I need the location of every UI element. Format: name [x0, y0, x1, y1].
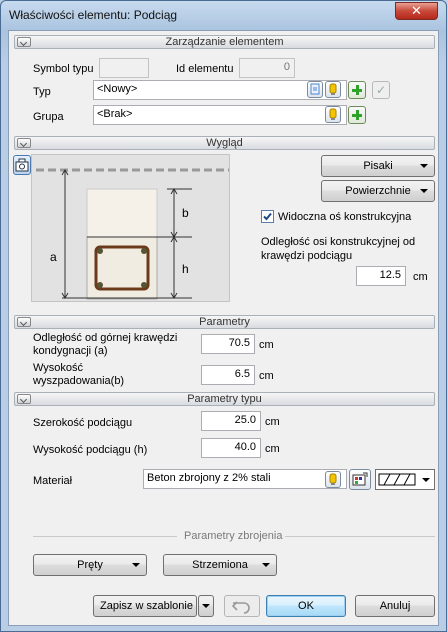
section-header-type-parameters[interactable]: Parametry typu — [14, 392, 435, 406]
divider-left — [33, 536, 177, 537]
group-field[interactable]: <Brak> — [93, 105, 347, 125]
axis-offset-unit: cm — [413, 271, 428, 283]
material-field[interactable]: Beton zbrojony z 2% stali — [143, 469, 347, 489]
close-button[interactable]: ✕ — [395, 2, 438, 20]
top-distance-unit: cm — [259, 339, 274, 351]
save-template-button[interactable]: Zapisz w szablonie — [93, 595, 197, 617]
element-id-field[interactable]: 0 — [239, 58, 295, 78]
section-title: Wygląd — [206, 137, 243, 149]
chevron-down-icon — [420, 164, 428, 168]
height-field[interactable]: 40.0 — [201, 438, 261, 458]
drop-height-unit: cm — [259, 370, 274, 382]
top-distance-field[interactable]: 70.5 — [201, 334, 255, 354]
material-label: Materiał — [33, 475, 73, 487]
preview-label-b: b — [182, 206, 189, 220]
pens-button[interactable]: Pisaki — [321, 155, 435, 177]
chevron-down-icon — [202, 604, 210, 608]
surfaces-button[interactable]: Powierzchnie — [321, 180, 435, 202]
cancel-button-label: Anuluj — [379, 600, 411, 612]
ok-button[interactable]: OK — [266, 595, 346, 617]
section-header-parameters[interactable]: Parametry — [14, 315, 435, 329]
material-library-icon[interactable] — [349, 469, 371, 490]
title-bar: Właściwości elementu: Podciąg ✕ — [1, 1, 446, 29]
symbol-type-field[interactable] — [99, 58, 149, 78]
section-header-appearance[interactable]: Wygląd — [14, 136, 435, 150]
cancel-button[interactable]: Anuluj — [355, 595, 435, 617]
hatch-pattern-select[interactable] — [375, 469, 435, 490]
ok-button-label: OK — [298, 600, 314, 612]
dialog-window: Właściwości elementu: Podciąg ✕ Zarządza… — [0, 0, 447, 632]
section-title: Parametry — [199, 316, 250, 328]
chevron-down-icon — [420, 189, 428, 193]
width-label: Szerokość podciągu — [33, 417, 133, 429]
dialog-client-area: Zarządzanie elementem Symbol typu Id ele… — [8, 30, 439, 626]
axis-offset-label: Odległość osi konstrukcyjnej od krawędzi… — [261, 236, 416, 262]
type-label: Typ — [33, 86, 51, 98]
reinforcement-header: Parametry zbrojenia — [184, 530, 283, 542]
drop-height-field[interactable]: 6.5 — [201, 365, 255, 385]
pens-button-label: Pisaki — [363, 160, 393, 172]
axis-visible-checkbox[interactable] — [261, 210, 274, 223]
stirrups-button-label: Strzemiona — [192, 559, 248, 571]
chevron-down-icon — [132, 563, 140, 567]
width-field[interactable]: 25.0 — [201, 411, 261, 431]
group-label: Grupa — [33, 111, 64, 123]
surfaces-button-label: Powierzchnie — [345, 185, 411, 197]
preview-label-a: a — [50, 250, 57, 264]
undo-icon — [231, 601, 250, 614]
top-distance-label: Odległość od górnej krawędzi kondygnacji… — [33, 332, 178, 357]
preview-camera-icon[interactable] — [13, 155, 31, 175]
type-library-icon[interactable] — [307, 81, 323, 98]
section-title: Parametry typu — [187, 393, 262, 405]
add-type-button[interactable] — [348, 81, 366, 99]
window-title: Właściwości elementu: Podciąg — [9, 8, 178, 22]
section-title: Zarządzanie elementem — [165, 36, 284, 48]
preview-label-h: h — [182, 262, 189, 276]
beam-preview-drawing: a b h — [36, 168, 229, 300]
stirrups-button[interactable]: Strzemiona — [163, 554, 277, 576]
save-template-label: Zapisz w szablonie — [100, 600, 193, 612]
hatch-pattern-icon — [378, 473, 416, 486]
undo-button[interactable] — [224, 595, 260, 617]
divider-right — [285, 536, 435, 537]
element-id-label: Id elementu — [176, 63, 234, 75]
add-group-button[interactable] — [348, 106, 366, 124]
axis-visible-label: Widoczna oś konstrukcyjna — [278, 211, 412, 223]
width-unit: cm — [265, 416, 280, 428]
bars-button[interactable]: Pręty — [33, 554, 147, 576]
section-header-management[interactable]: Zarządzanie elementem — [14, 35, 435, 49]
chevron-down-icon — [262, 563, 270, 567]
save-template-dropdown[interactable] — [198, 595, 214, 617]
chevron-down-icon — [422, 478, 430, 482]
type-color-icon[interactable] — [325, 81, 341, 98]
height-unit: cm — [265, 443, 280, 455]
height-label: Wysokość podciągu (h) — [33, 444, 148, 456]
symbol-type-label: Symbol typu — [33, 63, 94, 75]
axis-offset-field[interactable]: 12.5 — [356, 266, 406, 286]
bars-button-label: Pręty — [77, 559, 103, 571]
drop-height-label: Wysokość wyszpadowania(b) — [33, 362, 125, 387]
confirm-type-button[interactable]: ✓ — [372, 81, 390, 99]
beam-preview: a b h — [31, 154, 230, 302]
group-color-icon[interactable] — [325, 106, 341, 123]
material-color-icon[interactable] — [325, 471, 341, 488]
